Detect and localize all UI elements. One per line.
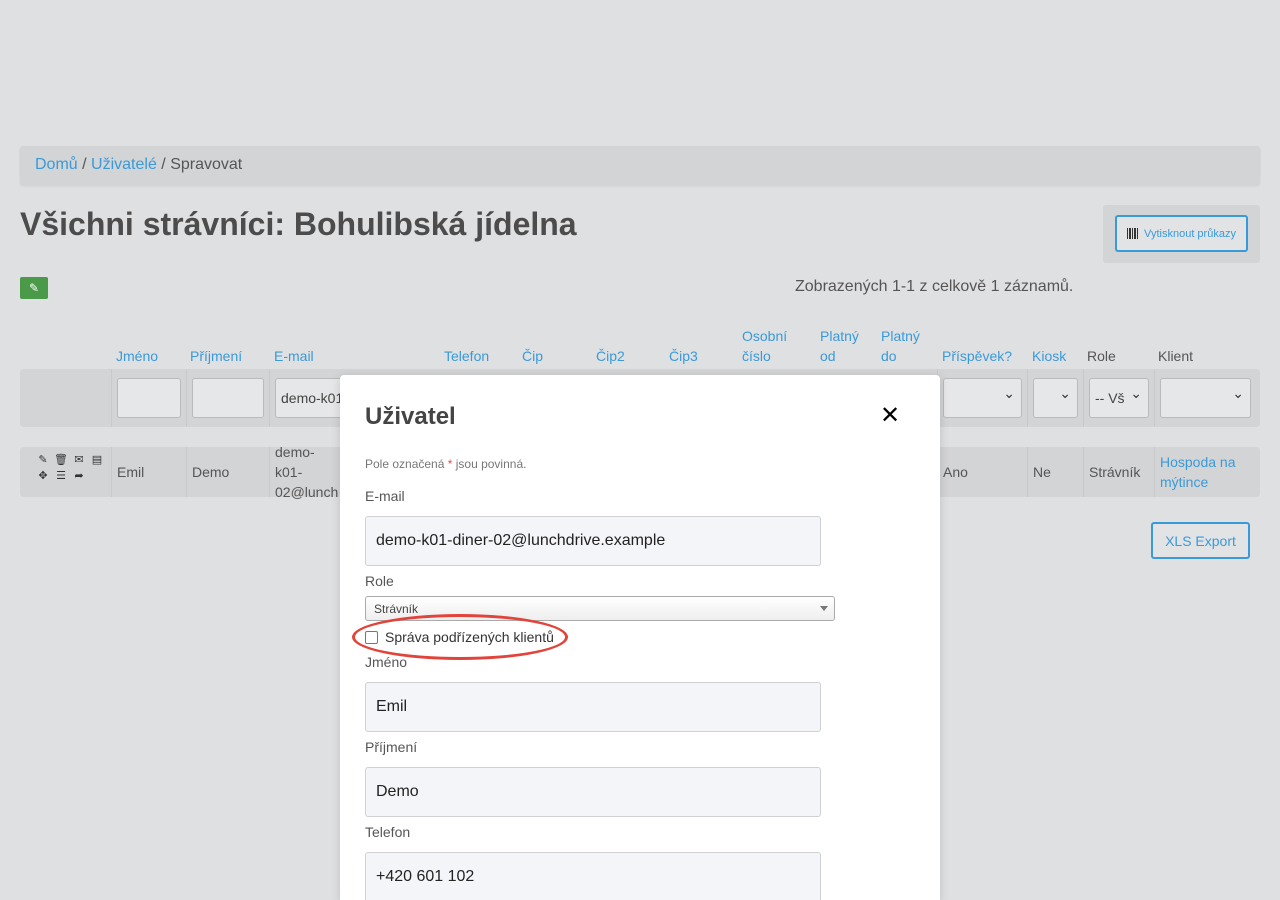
cell-jmeno: Emil xyxy=(111,447,186,497)
required-note-pre: Pole označená xyxy=(365,457,448,471)
print-cards-label: Vytisknout průkazy xyxy=(1144,227,1236,240)
list-icon[interactable]: ☰ xyxy=(52,469,70,482)
header-email[interactable]: E-mail xyxy=(274,346,314,366)
header-telefon[interactable]: Telefon xyxy=(444,346,489,366)
filter-cell xyxy=(1154,369,1260,427)
chevron-down-icon xyxy=(820,606,828,611)
filter-cell xyxy=(937,369,1027,427)
header-platny-do-line1: Platný xyxy=(881,328,920,344)
required-note-post: jsou povinná. xyxy=(452,457,527,471)
role-label: Role xyxy=(365,573,394,589)
share-icon[interactable]: ➦ xyxy=(70,469,88,482)
print-panel: Vytisknout průkazy xyxy=(1103,205,1260,263)
header-platny-od[interactable]: Platný od xyxy=(820,326,859,366)
klient-line2: mýtince xyxy=(1160,474,1209,490)
modal-title: Uživatel xyxy=(365,403,456,430)
filter-prispevek-select[interactable] xyxy=(943,378,1022,418)
filter-cell xyxy=(111,369,186,427)
barcode-icon xyxy=(1127,228,1140,239)
header-platny-do[interactable]: Platný do xyxy=(881,326,920,366)
breadcrumb-separator: / xyxy=(156,156,171,173)
filter-role-select[interactable]: -- Vš xyxy=(1089,378,1149,418)
filter-cell xyxy=(186,369,269,427)
telefon-label: Telefon xyxy=(365,824,411,840)
filter-prijmeni-input[interactable] xyxy=(192,378,264,418)
telefon-field[interactable]: +420 601 102 xyxy=(365,852,821,900)
breadcrumb-separator: / xyxy=(77,156,92,173)
email-field[interactable]: demo-k01-diner-02@lunchdrive.example xyxy=(365,516,821,566)
header-prijmeni[interactable]: Příjmení xyxy=(190,346,242,366)
row-actions: ✎ 🗑 ✉ ▤ ✥ ☰ ➦ xyxy=(34,453,106,482)
pencil-icon: ✎ xyxy=(28,281,40,295)
header-cip[interactable]: Čip xyxy=(522,346,543,366)
jmeno-label: Jméno xyxy=(365,654,408,670)
prijmeni-field[interactable]: Demo xyxy=(365,767,821,817)
page-title: Všichni strávníci: Bohulibská jídelna xyxy=(20,206,577,242)
table-header: Jméno Příjmení E-mail Telefon Čip Čip2 Č… xyxy=(20,322,1260,366)
header-platny-do-line2: do xyxy=(881,348,897,364)
header-role: Role xyxy=(1087,348,1116,364)
cell-email: demo-k01- 02@lunch xyxy=(269,444,339,500)
header-kiosk[interactable]: Kiosk xyxy=(1032,346,1066,366)
filter-kiosk-select[interactable] xyxy=(1033,378,1078,418)
cell-role: Strávník xyxy=(1083,447,1154,497)
header-cip2[interactable]: Čip2 xyxy=(596,346,625,366)
breadcrumb-users-link[interactable]: Uživatelé xyxy=(91,156,157,173)
header-platny-od-line2: od xyxy=(820,348,836,364)
cell-email-line1: demo-k01- xyxy=(275,444,315,480)
user-modal: Uživatel ✕ Pole označená * jsou povinná.… xyxy=(340,375,940,900)
jmeno-field[interactable]: Emil xyxy=(365,682,821,732)
print-cards-button[interactable]: Vytisknout průkazy xyxy=(1115,215,1248,252)
detail-icon[interactable]: ▤ xyxy=(88,453,106,466)
filter-klient-select[interactable] xyxy=(1160,378,1251,418)
required-note: Pole označená * jsou povinná. xyxy=(365,457,526,471)
close-icon[interactable]: ✕ xyxy=(880,401,900,430)
role-select[interactable]: Strávník xyxy=(365,596,835,621)
prijmeni-label: Příjmení xyxy=(365,739,418,755)
manage-clients-checkbox-row[interactable]: Správa podřízených klientů xyxy=(365,629,554,645)
filter-cell xyxy=(1027,369,1083,427)
move-icon[interactable]: ✥ xyxy=(34,469,52,482)
cell-kiosk: Ne xyxy=(1027,447,1083,497)
cell-email-line2: 02@lunch xyxy=(275,484,339,500)
filter-jmeno-input[interactable] xyxy=(117,378,181,418)
header-osobni-cislo[interactable]: Osobní číslo xyxy=(742,326,787,366)
cell-prispevek: Ano xyxy=(937,447,1027,497)
header-platny-od-line1: Platný xyxy=(820,328,859,344)
bulk-edit-button[interactable]: ✎ xyxy=(20,277,48,299)
header-osobni-line2: číslo xyxy=(742,348,771,364)
breadcrumb-home-link[interactable]: Domů xyxy=(35,156,78,173)
header-cip3[interactable]: Čip3 xyxy=(669,346,698,366)
header-prispevek[interactable]: Příspěvek? xyxy=(942,346,1012,366)
manage-clients-label: Správa podřízených klientů xyxy=(385,629,554,645)
filter-cell: -- Vš xyxy=(1083,369,1154,427)
breadcrumb-current: Spravovat xyxy=(170,156,243,173)
delete-icon[interactable]: 🗑 xyxy=(52,453,70,466)
header-osobni-line1: Osobní xyxy=(742,328,788,344)
header-klient: Klient xyxy=(1158,348,1194,364)
records-summary: Zobrazených 1-1 z celkově 1 záznamů. xyxy=(795,278,1074,295)
breadcrumb: Domů / Uživatelé / Spravovat xyxy=(20,146,1260,185)
klient-line1: Hospoda na xyxy=(1160,454,1236,470)
mail-icon[interactable]: ✉ xyxy=(70,453,88,466)
cell-prijmeni: Demo xyxy=(186,447,269,497)
manage-clients-checkbox[interactable] xyxy=(365,630,378,644)
edit-icon[interactable]: ✎ xyxy=(34,453,52,466)
cell-klient: Hospoda na mýtince xyxy=(1154,447,1260,497)
role-select-value: Strávník xyxy=(374,602,419,616)
header-jmeno[interactable]: Jméno xyxy=(116,346,158,366)
email-label: E-mail xyxy=(365,488,405,504)
klient-link[interactable]: Hospoda na mýtince xyxy=(1160,452,1236,492)
xls-export-button[interactable]: XLS Export xyxy=(1151,522,1250,559)
